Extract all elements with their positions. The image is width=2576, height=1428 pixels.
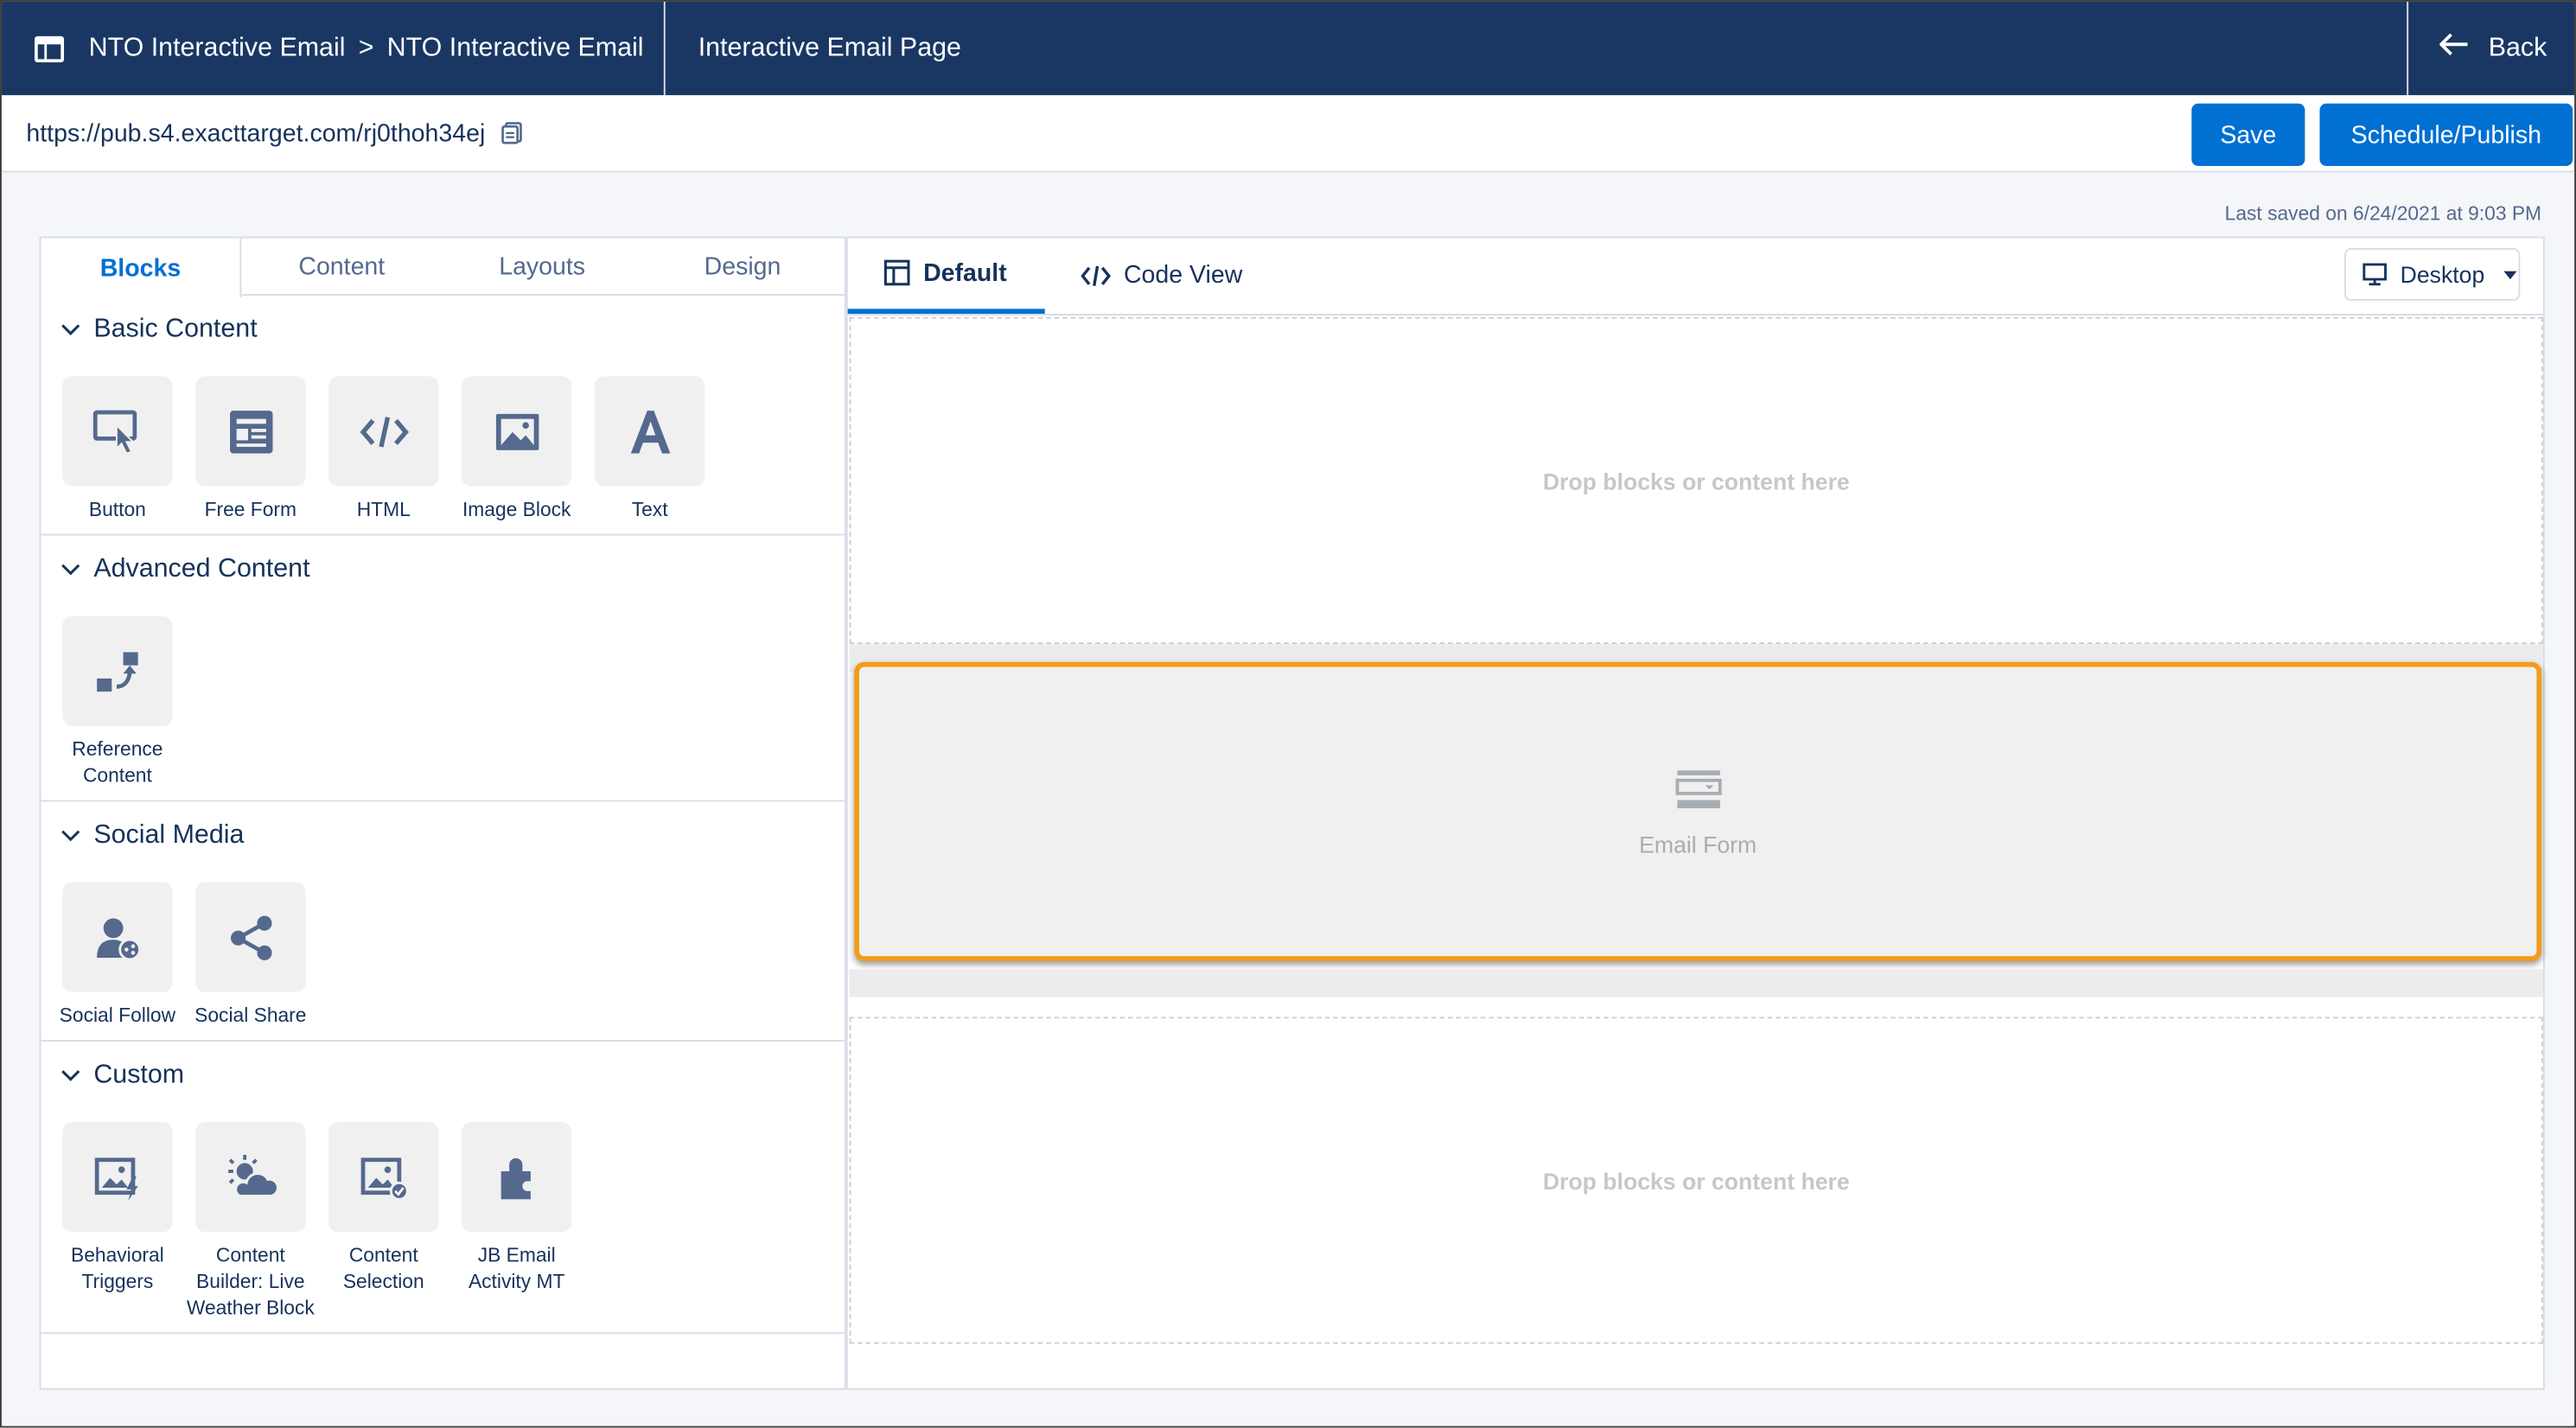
section-header-social-media[interactable]: Social Media <box>61 818 845 854</box>
main-area: Last saved on 6/24/2021 at 9:03 PM Block… <box>1 172 2575 1426</box>
device-select[interactable]: Desktop <box>2344 247 2521 301</box>
tab-blocks[interactable]: Blocks <box>41 238 242 297</box>
breadcrumb-separator: > <box>358 33 374 62</box>
form-icon <box>1674 770 1721 809</box>
block-label: Button <box>88 497 146 521</box>
section-advanced-content: Advanced Content Reference Content <box>41 536 845 802</box>
row-spacer <box>849 969 2543 998</box>
schedule-publish-button[interactable]: Schedule/Publish <box>2319 103 2573 166</box>
weather-icon <box>227 1154 278 1197</box>
layout-icon <box>883 259 910 286</box>
email-form-label: Email Form <box>1639 831 1757 858</box>
image-icon <box>495 412 539 449</box>
breadcrumb-item-1[interactable]: NTO Interactive Email <box>89 34 346 63</box>
email-canvas: Default Code View Desktop Drop blocks or… <box>845 236 2545 1390</box>
block-text[interactable]: Text <box>594 376 705 522</box>
tab-label: Default <box>923 258 1007 287</box>
arrow-left-icon <box>2438 33 2469 64</box>
button-click-icon <box>92 409 137 454</box>
social-share-icon <box>230 915 271 959</box>
canvas-tabs: Default Code View Desktop <box>847 237 2543 316</box>
reference-content-icon <box>96 651 137 692</box>
section-title: Basic Content <box>93 315 258 344</box>
copy-icon[interactable] <box>501 122 525 145</box>
tab-content[interactable]: Content <box>241 239 442 295</box>
back-button[interactable]: Back <box>2407 1 2574 96</box>
section-header-custom[interactable]: Custom <box>61 1058 845 1094</box>
last-saved-text: Last saved on 6/24/2021 at 9:03 PM <box>2224 201 2542 226</box>
block-live-weather[interactable]: Content Builder: Live Weather Block <box>187 1122 315 1321</box>
chevron-down-icon <box>61 1070 80 1081</box>
block-social-follow[interactable]: Social Follow <box>60 882 175 1029</box>
puzzle-icon <box>500 1157 530 1199</box>
block-jb-email-activity[interactable]: JB Email Activity MT <box>462 1122 572 1321</box>
section-header-advanced-content[interactable]: Advanced Content <box>61 552 845 589</box>
device-label: Desktop <box>2400 261 2485 288</box>
app-grid-icon <box>34 35 65 62</box>
section-title: Advanced Content <box>93 555 310 583</box>
block-label: JB Email Activity MT <box>468 1243 565 1293</box>
block-social-share[interactable]: Social Share <box>194 882 306 1029</box>
section-title: Custom <box>93 1061 185 1090</box>
block-reference-content[interactable]: Reference Content <box>62 615 173 789</box>
section-basic-content: Basic Content Button Free Form HTML Imag… <box>41 296 845 536</box>
block-label: Reference Content <box>72 737 163 787</box>
block-free-form[interactable]: Free Form <box>195 376 306 522</box>
text-icon <box>629 410 670 453</box>
block-behavioral-triggers[interactable]: Behavioral Triggers <box>62 1122 173 1321</box>
behavioral-triggers-icon <box>93 1157 137 1201</box>
tab-code-view[interactable]: Code View <box>1045 237 1278 314</box>
page-title: Interactive Email Page <box>698 33 961 62</box>
blocks-panel: Blocks Content Layouts Design Basic Cont… <box>39 236 846 1390</box>
section-custom: Custom Behavioral Triggers Content Build… <box>41 1042 845 1335</box>
block-html[interactable]: HTML <box>328 376 439 522</box>
block-label: Behavioral Triggers <box>70 1243 164 1293</box>
section-header-basic-content[interactable]: Basic Content <box>61 312 845 348</box>
block-image[interactable]: Image Block <box>462 376 572 522</box>
tab-design[interactable]: Design <box>642 239 843 295</box>
save-button[interactable]: Save <box>2191 103 2305 166</box>
block-label: Image Block <box>462 497 571 521</box>
free-form-icon <box>229 410 272 453</box>
block-label: HTML <box>356 497 411 521</box>
block-label: Content Builder: Live Weather Block <box>186 1243 315 1320</box>
breadcrumb-item-2[interactable]: NTO Interactive Email <box>387 34 644 63</box>
panel-tabs: Blocks Content Layouts Design <box>41 238 845 297</box>
published-url[interactable]: https://pub.s4.exacttarget.com/rj0thoh34… <box>26 119 485 147</box>
block-label: Free Form <box>204 497 297 521</box>
html-code-icon <box>359 416 408 447</box>
section-title: Social Media <box>93 821 245 850</box>
social-follow-icon <box>96 917 141 960</box>
block-content-selection[interactable]: Content Selection <box>328 1122 439 1321</box>
tab-label: Code View <box>1123 261 1243 290</box>
desktop-icon <box>2362 263 2387 286</box>
block-label: Text <box>631 497 668 521</box>
content-selection-icon <box>360 1157 408 1200</box>
tab-layouts[interactable]: Layouts <box>442 239 642 295</box>
drop-zone-top[interactable]: Drop blocks or content here <box>849 316 2543 644</box>
block-button[interactable]: Button <box>62 376 173 522</box>
url-bar: https://pub.s4.exacttarget.com/rj0thoh34… <box>1 95 2575 173</box>
caret-down-icon <box>2504 270 2518 279</box>
section-social-media: Social Media Social Follow Social Share <box>41 801 845 1042</box>
back-label: Back <box>2488 33 2547 62</box>
block-label: Social Share <box>194 1004 307 1027</box>
chevron-down-icon <box>61 324 80 335</box>
breadcrumb: NTO Interactive Email > NTO Interactive … <box>2 1 666 96</box>
top-bar: NTO Interactive Email > NTO Interactive … <box>1 1 2575 96</box>
code-icon <box>1081 265 1111 286</box>
tab-default[interactable]: Default <box>847 237 1045 314</box>
email-form-block[interactable]: Email Form <box>854 661 2542 961</box>
chevron-down-icon <box>61 564 80 576</box>
block-label: Social Follow <box>59 1004 176 1027</box>
block-label: Content Selection <box>342 1243 424 1293</box>
drop-zone-bottom[interactable]: Drop blocks or content here <box>849 1017 2543 1344</box>
chevron-down-icon <box>61 830 80 842</box>
